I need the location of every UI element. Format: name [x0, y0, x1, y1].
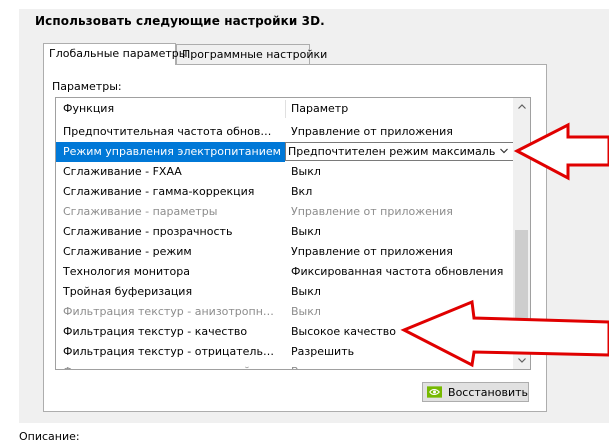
- row-value: Выкл: [291, 285, 321, 298]
- tab-program-settings[interactable]: Программные настройки: [176, 44, 327, 64]
- power-mode-dropdown[interactable]: Предпочтителен режим максимальной пр: [285, 142, 514, 161]
- row-value: Управление от приложения: [291, 205, 453, 218]
- table-row[interactable]: Тройная буферизация Выкл: [56, 282, 514, 302]
- row-function: Фильтрация текстур - анизотропная оп...: [63, 305, 278, 318]
- table-row[interactable]: Предпочтительная частота обновлени... Уп…: [56, 122, 514, 142]
- row-function: Сглаживание - параметры: [63, 205, 218, 218]
- table-row-disabled[interactable]: Сглаживание - параметры Управление от пр…: [56, 202, 514, 222]
- row-value: Управление от приложения: [291, 125, 453, 138]
- row-value: Фиксированная частота обновления: [291, 265, 504, 278]
- row-function: Фильтрация текстур - отрицательное о...: [63, 345, 278, 358]
- vertical-scrollbar[interactable]: [513, 98, 530, 369]
- restore-button-label: Восстановить: [448, 385, 528, 399]
- row-function: Предпочтительная частота обновлени...: [63, 125, 278, 138]
- table-row[interactable]: Сглаживание - прозрачность Выкл: [56, 222, 514, 242]
- restore-button[interactable]: Восстановить: [422, 382, 529, 402]
- table-row-selected[interactable]: Режим управления электропитанием Предпоч…: [56, 142, 514, 162]
- row-function: Сглаживание - FXAA: [63, 165, 182, 178]
- row-function: Режим управления электропитанием: [56, 142, 285, 162]
- params-label: Параметры:: [52, 80, 122, 93]
- table-row[interactable]: Фильтрация текстур - отрицательное о... …: [56, 342, 514, 362]
- table-row-disabled[interactable]: Фильтрация текстур - трилинейная оп... В…: [56, 362, 514, 369]
- grid-header: Функция Параметр: [56, 98, 514, 120]
- table-row[interactable]: Фильтрация текстур - качество Высокое ка…: [56, 322, 514, 342]
- scrollbar-thumb[interactable]: [515, 230, 528, 348]
- row-value: Выкл: [291, 165, 321, 178]
- table-row-disabled[interactable]: Фильтрация текстур - анизотропная оп... …: [56, 302, 514, 322]
- section-title: Использовать следующие настройки 3D.: [35, 14, 325, 28]
- row-function: Сглаживание - прозрачность: [63, 225, 233, 238]
- row-function: Фильтрация текстур - качество: [63, 325, 248, 338]
- scroll-down-button[interactable]: [513, 352, 530, 369]
- nvidia-logo-icon: [427, 386, 443, 398]
- column-divider[interactable]: [285, 100, 286, 118]
- row-function: Фильтрация текстур - трилинейная оп...: [63, 362, 278, 369]
- row-value: Выкл: [291, 305, 321, 318]
- table-row[interactable]: Технология монитора Фиксированная частот…: [56, 262, 514, 282]
- row-value: Разрешить: [291, 345, 355, 358]
- table-row[interactable]: Сглаживание - режим Управление от прилож…: [56, 242, 514, 262]
- chevron-up-icon: [517, 104, 526, 109]
- description-label: Описание:: [19, 430, 80, 443]
- tab-global-settings[interactable]: Глобальные параметры: [43, 43, 187, 65]
- dropdown-value: Предпочтителен режим максимальной пр: [288, 145, 496, 158]
- settings-grid: Функция Параметр Предпочтительная частот…: [55, 97, 531, 370]
- row-function: Сглаживание - гамма-коррекция: [63, 185, 255, 198]
- grid-rows: Предпочтительная частота обновлени... Уп…: [56, 122, 514, 369]
- row-function: Технология монитора: [63, 265, 190, 278]
- scroll-up-button[interactable]: [513, 98, 530, 115]
- row-value: Управление от приложения: [291, 245, 453, 258]
- table-row[interactable]: Сглаживание - FXAA Выкл: [56, 162, 514, 182]
- table-row[interactable]: Сглаживание - гамма-коррекция Вкл: [56, 182, 514, 202]
- row-function: Сглаживание - режим: [63, 245, 192, 258]
- row-value: Высокое качество: [291, 325, 396, 338]
- chevron-down-icon: [517, 358, 526, 363]
- row-value: Вкл: [291, 362, 513, 369]
- row-function: Тройная буферизация: [63, 285, 193, 298]
- header-parameter[interactable]: Параметр: [291, 102, 348, 115]
- chevron-down-icon: [500, 148, 508, 154]
- header-function[interactable]: Функция: [63, 102, 114, 115]
- row-value: Вкл: [291, 185, 313, 198]
- row-value: Выкл: [291, 225, 321, 238]
